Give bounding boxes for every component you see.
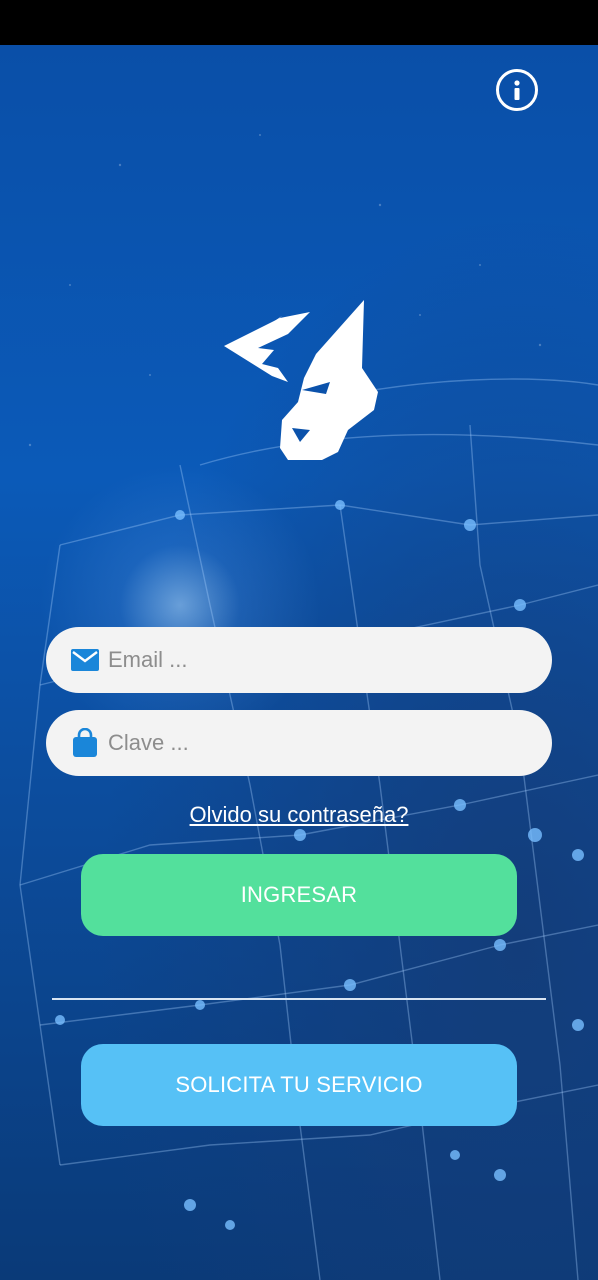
divider bbox=[52, 998, 546, 1000]
status-bar bbox=[0, 0, 598, 45]
info-icon bbox=[514, 80, 520, 100]
info-button[interactable] bbox=[496, 69, 538, 111]
bag-lock-icon bbox=[70, 728, 100, 758]
wolf-logo bbox=[224, 300, 378, 460]
email-input[interactable] bbox=[108, 647, 508, 673]
envelope-icon bbox=[70, 645, 100, 675]
login-button[interactable]: INGRESAR bbox=[81, 854, 517, 936]
forgot-password-link[interactable]: Olvido su contraseña? bbox=[0, 802, 598, 828]
request-service-button[interactable]: SOLICITA TU SERVICIO bbox=[81, 1044, 517, 1126]
email-field[interactable] bbox=[46, 627, 552, 693]
password-input[interactable] bbox=[108, 730, 508, 756]
password-field[interactable] bbox=[46, 710, 552, 776]
